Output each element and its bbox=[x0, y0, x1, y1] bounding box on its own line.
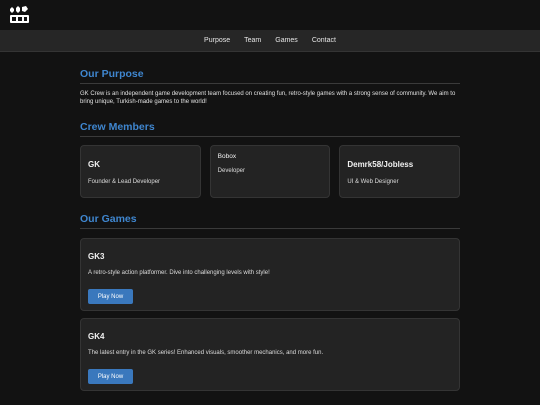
main-nav: Purpose Team Games Contact bbox=[0, 30, 540, 52]
nav-contact-link[interactable]: Contact bbox=[312, 37, 336, 44]
game-description: The latest entry in the GK series! Enhan… bbox=[88, 350, 324, 356]
top-bar bbox=[0, 0, 540, 30]
game-card-gk3: GK3 A retro-style action platformer. Div… bbox=[80, 238, 460, 311]
crew-card-gk: GK Founder & Lead Developer bbox=[80, 145, 201, 198]
play-gk3-button[interactable]: Play Now bbox=[88, 289, 133, 304]
purpose-text: GK Crew is an independent game developme… bbox=[80, 91, 456, 105]
crew-name: Demrk58/Jobless bbox=[347, 160, 414, 169]
game-title: GK3 bbox=[88, 252, 105, 261]
gk-crew-logo[interactable] bbox=[8, 5, 32, 25]
crew-name: GK bbox=[88, 160, 100, 169]
crew-card-bobox: Bobox Developer bbox=[209, 145, 331, 198]
purpose-heading: Our Purpose bbox=[80, 68, 460, 84]
crew-list: GK Founder & Lead Developer Bobox Develo… bbox=[80, 145, 461, 198]
nav-purpose-link[interactable]: Purpose bbox=[204, 37, 230, 44]
games-heading: Our Games bbox=[80, 213, 460, 229]
crew-role: UI & Web Designer bbox=[347, 179, 399, 185]
crew-heading: Crew Members bbox=[80, 121, 460, 137]
crew-role: Founder & Lead Developer bbox=[88, 179, 161, 185]
crew-card-demrk58: Demrk58/Jobless UI & Web Designer bbox=[339, 145, 461, 198]
game-description: A retro-style action platformer. Dive in… bbox=[88, 270, 270, 276]
crew-role: Developer bbox=[217, 168, 246, 174]
nav-games-link[interactable]: Games bbox=[275, 37, 298, 44]
crew-name: Bobox bbox=[217, 153, 237, 160]
game-title: GK4 bbox=[88, 332, 105, 341]
nav-team-link[interactable]: Team bbox=[244, 37, 261, 44]
main-content: Our Purpose GK Crew is an independent ga… bbox=[80, 51, 461, 391]
play-gk4-button[interactable]: Play Now bbox=[88, 369, 133, 384]
game-card-gk4: GK4 The latest entry in the GK series! E… bbox=[80, 318, 460, 391]
